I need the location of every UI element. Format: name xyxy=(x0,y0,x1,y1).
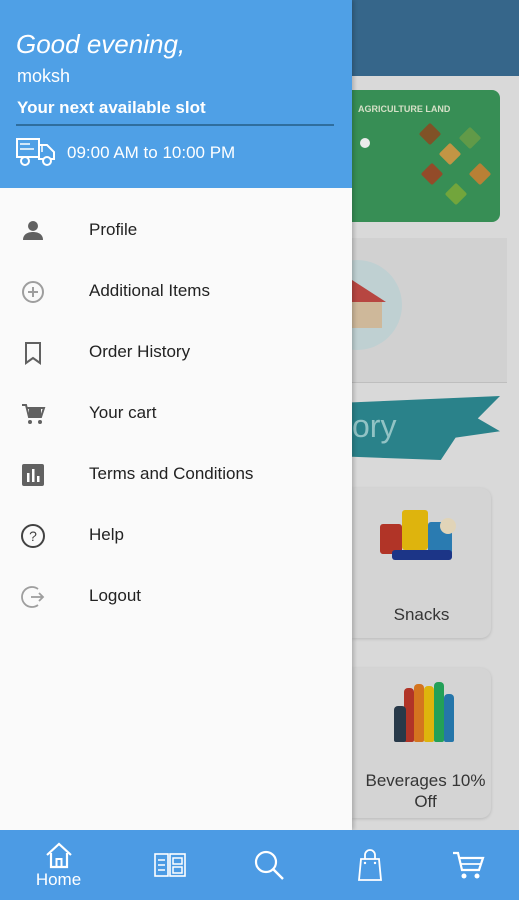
cart-icon xyxy=(452,851,485,879)
menu-item-help[interactable]: ? Help xyxy=(0,505,352,566)
menu-label: Help xyxy=(89,525,124,544)
menu-item-your-cart[interactable]: Your cart xyxy=(0,383,352,444)
add-circle-icon xyxy=(22,281,44,303)
nav-bag[interactable] xyxy=(318,830,421,900)
menu-item-additional-items[interactable]: Additional Items xyxy=(0,261,352,322)
bag-icon xyxy=(357,849,382,881)
catalog-icon xyxy=(153,853,186,877)
slot-time: 09:00 AM to 10:00 PM xyxy=(67,143,236,162)
nav-home-label: Home xyxy=(35,869,82,889)
menu-label: Logout xyxy=(89,586,141,605)
username: moksh xyxy=(17,66,71,86)
cart-icon xyxy=(22,404,46,424)
person-icon xyxy=(23,221,43,240)
home-icon xyxy=(45,842,72,868)
menu-label: Your cart xyxy=(89,403,157,422)
menu-label: Order History xyxy=(89,342,191,361)
slot-title: Your next available slot xyxy=(17,98,206,117)
divider xyxy=(16,124,334,126)
menu-item-logout[interactable]: Logout xyxy=(0,566,352,627)
menu-item-profile[interactable]: Profile xyxy=(0,200,352,261)
greeting: Good evening, xyxy=(16,29,186,59)
bottom-navigation: Home xyxy=(0,830,519,900)
drawer-header: Good evening, moksh Your next available … xyxy=(0,0,352,188)
help-icon: ? xyxy=(21,524,45,548)
nav-catalog[interactable] xyxy=(118,830,221,900)
nav-cart[interactable] xyxy=(416,830,519,900)
menu-item-order-history[interactable]: Order History xyxy=(0,322,352,383)
bar-chart-icon xyxy=(22,464,44,486)
logout-icon xyxy=(21,586,45,608)
menu-item-terms[interactable]: Terms and Conditions xyxy=(0,444,352,505)
navigation-drawer: Good evening, moksh Your next available … xyxy=(0,0,352,830)
menu-label: Profile xyxy=(89,220,138,239)
nav-search[interactable] xyxy=(217,830,320,900)
delivery-truck-icon xyxy=(16,138,55,166)
svg-text:?: ? xyxy=(29,528,37,544)
bookmark-icon xyxy=(25,342,41,365)
nav-home[interactable]: Home xyxy=(7,830,110,900)
search-icon xyxy=(254,850,284,880)
menu-label: Terms and Conditions xyxy=(89,464,254,483)
menu-label: Additional Items xyxy=(89,281,210,300)
